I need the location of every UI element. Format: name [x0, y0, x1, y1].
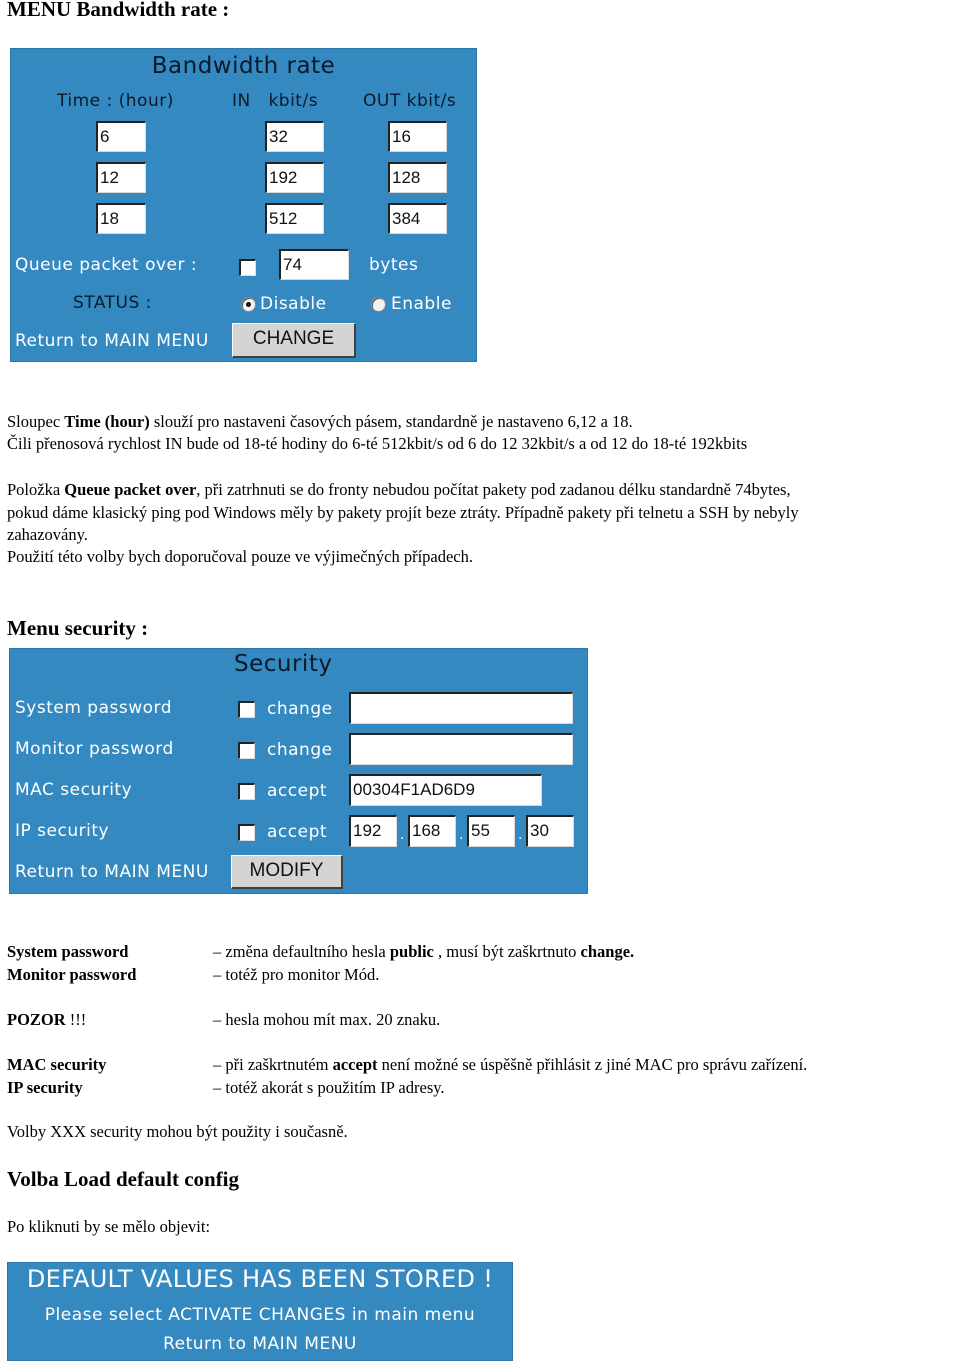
- text: , při zatrhnuti se do fronty nebudou poč…: [196, 480, 791, 499]
- time-input-2[interactable]: 12: [96, 162, 146, 193]
- dash: –: [213, 1010, 222, 1029]
- text: změna defaultního hesla: [221, 942, 390, 961]
- ip-separator: .: [459, 827, 464, 843]
- queue-packet-label: Queue packet over :: [15, 255, 198, 275]
- bold-term: accept: [332, 1055, 378, 1074]
- security-combined-note: Volby XXX security mohou být použity i s…: [7, 1122, 348, 1141]
- mac-address-input[interactable]: 00304F1AD6D9: [349, 774, 542, 806]
- text: totéž pro monitor Mód.: [221, 965, 380, 984]
- ip-octet-1-input[interactable]: 192: [349, 815, 397, 847]
- return-main-menu-link[interactable]: Return to MAIN MENU: [15, 862, 209, 882]
- dash: –: [213, 942, 222, 961]
- time-input-3[interactable]: 18: [96, 203, 146, 234]
- modify-button[interactable]: MODIFY: [231, 855, 343, 889]
- status-enable-radio[interactable]: [371, 297, 386, 312]
- text: Sloupec: [7, 412, 65, 431]
- in-rate-input-2[interactable]: 192: [265, 162, 324, 193]
- default-values-headline: DEFAULT VALUES HAS BEEN STORED !: [26, 1265, 494, 1293]
- queue-unit-label: bytes: [369, 255, 419, 275]
- note-pozor: – hesla mohou mít max. 20 znaku.: [213, 1009, 440, 1032]
- note-term-pozor: POZOR !!!: [7, 1009, 86, 1032]
- mac-security-label: MAC security: [15, 780, 133, 800]
- default-values-panel: DEFAULT VALUES HAS BEEN STORED ! Please …: [7, 1262, 513, 1361]
- queue-description-line3: zahazovány.: [7, 525, 88, 544]
- time-description-line2: Čili přenosová rychlost IN bude od 18-té…: [7, 434, 748, 453]
- monitor-password-change-checkbox[interactable]: [238, 742, 255, 759]
- ip-octet-2-input[interactable]: 168: [408, 815, 456, 847]
- time-input-1[interactable]: 6: [96, 121, 146, 152]
- system-password-change-checkbox[interactable]: [238, 701, 255, 718]
- text: totéž akorát s použitím IP adresy.: [221, 1078, 445, 1097]
- system-password-input[interactable]: [349, 692, 573, 724]
- ip-separator: .: [400, 827, 405, 843]
- in-rate-input-3[interactable]: 512: [265, 203, 324, 234]
- queue-description-line4: Použití této volby bych doporučoval pouz…: [7, 547, 473, 566]
- text: není možné se úspěšně přihlásit z jiné M…: [377, 1055, 808, 1074]
- section-title-load-default: Volba Load default config: [7, 1167, 240, 1191]
- note-ip-security: – totéž akorát s použitím IP adresy.: [213, 1077, 445, 1100]
- panel-title: Security: [234, 651, 333, 677]
- load-default-intro: Po kliknuti by se mělo objevit:: [7, 1217, 211, 1236]
- monitor-password-change-label: change: [267, 740, 333, 760]
- out-rate-input-2[interactable]: 128: [388, 162, 447, 193]
- out-rate-input-1[interactable]: 16: [388, 121, 447, 152]
- status-disable-radio[interactable]: [241, 297, 256, 312]
- note-mac-security: – při zaškrtnutém accept není možné se ú…: [213, 1054, 807, 1077]
- queue-description-line1: Položka Queue packet over, při zatrhnuti…: [7, 479, 791, 502]
- queue-description-line2: pokud dáme klasický ping pod Windows měl…: [7, 503, 799, 522]
- status-label: STATUS :: [73, 293, 152, 313]
- section-title-security: Menu security :: [7, 616, 149, 640]
- mac-security-accept-label: accept: [267, 781, 328, 801]
- system-password-change-label: change: [267, 699, 333, 719]
- return-main-menu-link[interactable]: Return to MAIN MENU: [15, 331, 209, 351]
- ip-security-accept-checkbox[interactable]: [238, 824, 255, 841]
- note-term-system-password: System password: [7, 942, 129, 961]
- text: , musí být zaškrtnuto: [433, 942, 581, 961]
- in-rate-input-1[interactable]: 32: [265, 121, 324, 152]
- status-disable-label[interactable]: Disable: [260, 294, 327, 314]
- change-button[interactable]: CHANGE: [232, 323, 356, 358]
- monitor-password-label: Monitor password: [15, 739, 174, 759]
- text: slouží pro nastaveni časových pásem, sta…: [149, 412, 633, 431]
- column-header-time: Time : (hour): [57, 91, 174, 111]
- note-term-monitor-password: Monitor password: [7, 965, 137, 984]
- dash: –: [213, 1055, 222, 1074]
- panel-title: Bandwidth rate: [151, 53, 336, 79]
- dash: –: [213, 965, 222, 984]
- status-enable-label[interactable]: Enable: [391, 294, 452, 314]
- ip-security-label: IP security: [15, 821, 110, 841]
- activate-changes-message: Please select ACTIVATE CHANGES in main m…: [44, 1305, 476, 1325]
- ip-security-accept-label: accept: [267, 822, 328, 842]
- column-header-out: OUT kbit/s: [363, 91, 457, 111]
- section-title-bandwidth: MENU Bandwidth rate :: [7, 0, 230, 21]
- note-monitor-password: – totéž pro monitor Mód.: [213, 964, 379, 987]
- security-panel: Security System password change Monitor …: [9, 648, 588, 894]
- bold-term: change.: [580, 942, 635, 961]
- system-password-label: System password: [15, 698, 173, 718]
- mac-security-accept-checkbox[interactable]: [238, 783, 255, 800]
- bold-term: Queue packet over: [64, 480, 197, 499]
- text: !!!: [65, 1010, 87, 1029]
- monitor-password-input[interactable]: [349, 733, 573, 765]
- text: při zaškrtnutém: [221, 1055, 333, 1074]
- note-system-password: – změna defaultního hesla public , musí …: [213, 941, 634, 964]
- note-term-ip-security: IP security: [7, 1078, 83, 1097]
- ip-separator: .: [518, 827, 523, 843]
- bold-term: POZOR: [7, 1010, 66, 1029]
- ip-octet-3-input[interactable]: 55: [467, 815, 515, 847]
- queue-packet-checkbox[interactable]: [239, 259, 256, 276]
- text: Položka: [7, 480, 65, 499]
- bold-term: public: [389, 942, 434, 961]
- bold-term: Time (hour): [64, 412, 150, 431]
- time-description-line1: Sloupec Time (hour) slouží pro nastaveni…: [7, 411, 633, 434]
- out-rate-input-3[interactable]: 384: [388, 203, 447, 234]
- dash: –: [213, 1078, 222, 1097]
- ip-octet-4-input[interactable]: 30: [526, 815, 574, 847]
- note-term-mac-security: MAC security: [7, 1055, 107, 1074]
- return-main-menu-link[interactable]: Return to MAIN MENU: [8, 1334, 512, 1354]
- text: hesla mohou mít max. 20 znaku.: [221, 1010, 441, 1029]
- bandwidth-rate-panel: Bandwidth rate Time : (hour) IN kbit/s O…: [10, 48, 477, 362]
- queue-packet-size-input[interactable]: 74: [279, 249, 349, 280]
- column-header-in: IN kbit/s: [232, 91, 319, 111]
